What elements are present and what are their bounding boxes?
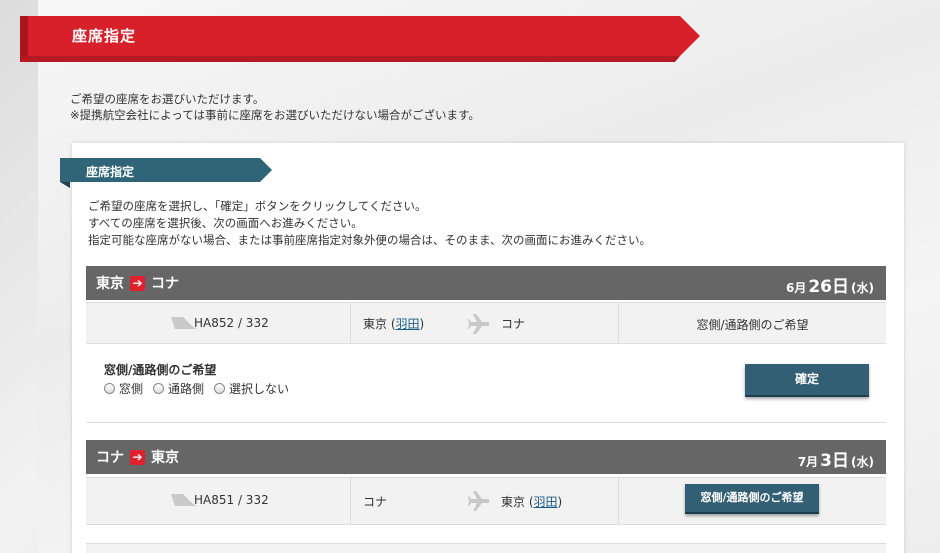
instruction-line: 指定可能な座席がない場合、または事前座席指定対象外便の場合は、そのまま、次の画面… <box>88 233 652 247</box>
radio-no-selection[interactable]: 選択しない <box>214 380 289 397</box>
departure-city: 東京 ( <box>363 317 396 331</box>
flight-info-row: HA852 / 332 東京 (羽田) コナ 窓側/通路側のご希望 <box>86 302 886 344</box>
seat-preference-cell: 窓側/通路側のご希望 <box>619 478 886 524</box>
seat-preference-label: 窓側/通路側のご希望 <box>696 318 809 332</box>
date-day: 3日 <box>820 451 850 471</box>
flight-date: 6月 26日 (水) <box>786 272 874 297</box>
arrival-city: 東京 ( <box>501 495 534 509</box>
section-title-banner: 座席指定 <box>60 158 274 188</box>
origin-city: 東京 <box>96 276 124 292</box>
radio-label: 窓側 <box>119 382 144 396</box>
flight-header: コナ ➔ 東京 7月 3日 (水) <box>86 440 886 474</box>
departure-city: コナ <box>363 495 388 509</box>
instructions: ご希望の座席を選択し、「確定」ボタンをクリックしてください。 すべての座席を選択… <box>88 198 651 249</box>
page-title: 座席指定 <box>72 27 137 45</box>
flight-number-cell: HA851 / 332 <box>86 478 351 524</box>
seat-preference-button[interactable]: 窓側/通路側のご希望 <box>685 484 819 514</box>
origin-city: コナ <box>96 450 124 466</box>
departure-airport-link[interactable]: 羽田 <box>396 317 420 331</box>
intro-line: ※提携航空会社によっては事前に座席をお選びいただけない場合がございます。 <box>70 108 480 122</box>
instruction-line: ご希望の座席を選択し、「確定」ボタンをクリックしてください。 <box>88 199 427 213</box>
next-section-edge <box>86 543 886 553</box>
seat-preference-form: 窓側/通路側のご希望 窓側 通路側 選択しない 確定 <box>86 345 886 423</box>
intro-text: ご希望の座席をお選びいただけます。 ※提携航空会社によっては事前に座席をお選びい… <box>70 91 480 123</box>
destination-city: コナ <box>151 276 179 292</box>
airplane-icon <box>468 491 490 511</box>
date-month: 7月 <box>797 455 819 469</box>
flight-number: HA852 / 332 <box>194 316 269 330</box>
page-title-banner: 座席指定 <box>20 16 700 62</box>
flight-number-cell: HA852 / 332 <box>86 303 351 343</box>
flight-info-row: HA851 / 332 コナ 東京 (羽田) 窓側/通路側のご希望 <box>86 477 886 525</box>
flight-number: HA851 / 332 <box>194 493 269 507</box>
arrow-right-icon: ➔ <box>130 275 145 291</box>
route-cell: 東京 (羽田) コナ <box>351 303 619 343</box>
seat-preference-heading: 窓側/通路側のご希望 <box>104 363 217 377</box>
date-month: 6月 <box>785 281 807 295</box>
flight-date: 7月 3日 (水) <box>798 446 874 471</box>
arrival: 東京 (羽田) <box>501 493 562 510</box>
radio-label: 選択しない <box>229 382 290 396</box>
section-title: 座席指定 <box>86 165 135 179</box>
radio-label: 通路側 <box>168 382 205 396</box>
arrival-airport-link[interactable]: 羽田 <box>534 495 558 509</box>
confirm-button[interactable]: 確定 <box>745 364 869 397</box>
route: コナ ➔ 東京 <box>96 447 179 467</box>
radio-button[interactable] <box>104 383 115 394</box>
flight-header: 東京 ➔ コナ 6月 26日 (水) <box>86 266 886 300</box>
instruction-line: すべての座席を選択後、次の画面へお進みください。 <box>88 216 363 230</box>
date-day: 26日 <box>808 277 850 297</box>
radio-button[interactable] <box>214 383 226 394</box>
seat-preference-cell: 窓側/通路側のご希望 <box>619 303 886 343</box>
arrival-close: ) <box>557 495 563 509</box>
seat-preference-options: 窓側 通路側 選択しない <box>104 380 289 397</box>
radio-aisle[interactable]: 通路側 <box>153 380 204 397</box>
route: 東京 ➔ コナ <box>96 273 179 293</box>
date-weekday: (水) <box>851 281 874 295</box>
airplane-icon <box>468 314 490 334</box>
arrival-city: コナ <box>501 317 526 331</box>
departure-close: ) <box>419 317 425 331</box>
intro-line: ご希望の座席をお選びいただけます。 <box>70 92 265 106</box>
destination-city: 東京 <box>151 450 179 466</box>
route-cell: コナ 東京 (羽田) <box>351 478 619 524</box>
radio-window[interactable]: 窓側 <box>104 380 143 397</box>
radio-button[interactable] <box>153 383 165 394</box>
date-weekday: (水) <box>851 455 874 469</box>
arrow-right-icon: ➔ <box>130 449 145 465</box>
departure: 東京 (羽田) <box>363 315 424 332</box>
